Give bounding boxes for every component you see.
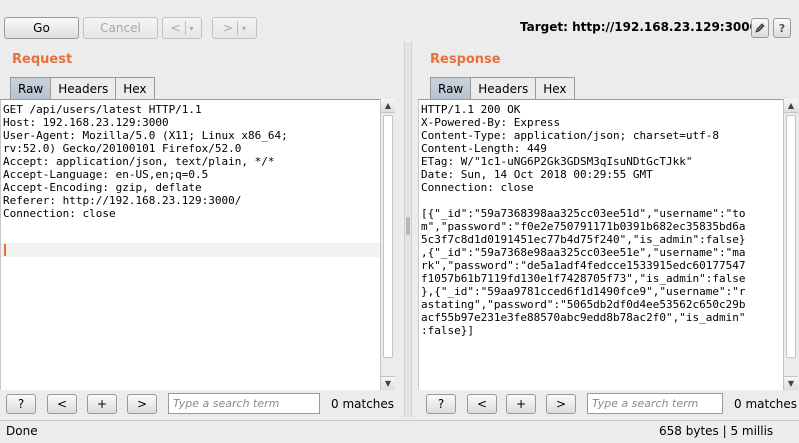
request-text[interactable]: GET /api/users/latest HTTP/1.1 Host: 192… xyxy=(1,100,380,223)
forward-arrow-icon: > xyxy=(222,21,234,35)
response-search-input[interactable] xyxy=(587,393,723,414)
tab-hex[interactable]: Hex xyxy=(535,77,575,99)
response-tabs: Raw Headers Hex xyxy=(430,77,575,99)
response-search-help-button[interactable]: ? xyxy=(426,394,456,414)
help-button[interactable]: ? xyxy=(773,18,791,38)
tab-raw[interactable]: Raw xyxy=(10,77,52,99)
scroll-up-icon[interactable]: ▲ xyxy=(381,99,395,113)
scrollbar-thumb[interactable] xyxy=(383,115,393,358)
tab-headers[interactable]: Headers xyxy=(470,77,537,99)
scroll-down-icon[interactable]: ▼ xyxy=(784,376,798,390)
scrollbar-thumb[interactable] xyxy=(786,115,796,358)
response-scrollbar[interactable]: ▲ ▼ xyxy=(783,99,798,390)
request-search-input[interactable] xyxy=(168,393,320,414)
request-search-next-button[interactable]: > xyxy=(127,394,157,414)
response-search-next-button[interactable]: > xyxy=(546,394,576,414)
request-scrollbar[interactable]: ▲ ▼ xyxy=(380,99,395,390)
separator xyxy=(237,21,239,35)
status-bar: Done 658 bytes | 5 millis xyxy=(0,420,799,443)
request-editor[interactable]: GET /api/users/latest HTTP/1.1 Host: 192… xyxy=(0,99,380,390)
go-label: Go xyxy=(33,21,50,35)
edit-target-button[interactable] xyxy=(751,18,769,38)
response-match-count: 0 matches xyxy=(734,397,798,411)
go-button[interactable]: Go xyxy=(4,17,79,39)
response-search-prev-button[interactable]: < xyxy=(467,394,497,414)
question-icon: ? xyxy=(778,21,786,35)
response-title: Response xyxy=(430,52,501,67)
request-title: Request xyxy=(12,52,73,67)
request-search-help-button[interactable]: ? xyxy=(6,394,36,414)
chevron-down-icon: ▾ xyxy=(189,23,194,33)
response-text[interactable]: HTTP/1.1 200 OK X-Powered-By: Express Co… xyxy=(419,100,783,340)
response-editor[interactable]: HTTP/1.1 200 OK X-Powered-By: Express Co… xyxy=(418,99,783,390)
status-text: Done xyxy=(6,424,38,438)
tab-headers[interactable]: Headers xyxy=(50,77,117,99)
cancel-label: Cancel xyxy=(100,21,141,35)
back-arrow-icon: < xyxy=(170,21,181,35)
current-line-highlight xyxy=(1,243,380,257)
scroll-down-icon[interactable]: ▼ xyxy=(381,376,395,390)
text-caret xyxy=(4,244,6,256)
request-tabs: Raw Headers Hex xyxy=(10,77,155,99)
response-stats: 658 bytes | 5 millis xyxy=(659,424,774,438)
chevron-down-icon: ▾ xyxy=(242,23,247,33)
request-search-prev-button[interactable]: < xyxy=(47,394,77,414)
tab-hex[interactable]: Hex xyxy=(115,77,155,99)
request-search-add-button[interactable]: + xyxy=(87,394,117,414)
divider-grip[interactable] xyxy=(406,217,410,235)
cancel-button[interactable]: Cancel xyxy=(83,17,158,39)
pane-divider[interactable] xyxy=(404,42,412,417)
pencil-icon xyxy=(755,23,765,33)
back-button[interactable]: < ▾ xyxy=(162,17,202,39)
tab-raw[interactable]: Raw xyxy=(430,77,472,99)
response-search-add-button[interactable]: + xyxy=(506,394,536,414)
request-match-count: 0 matches xyxy=(331,397,395,411)
forward-button[interactable]: > ▾ xyxy=(212,17,257,39)
target-label: Target: http://192.168.23.129:3000 xyxy=(520,20,758,34)
scroll-up-icon[interactable]: ▲ xyxy=(784,99,798,113)
separator xyxy=(184,21,186,35)
